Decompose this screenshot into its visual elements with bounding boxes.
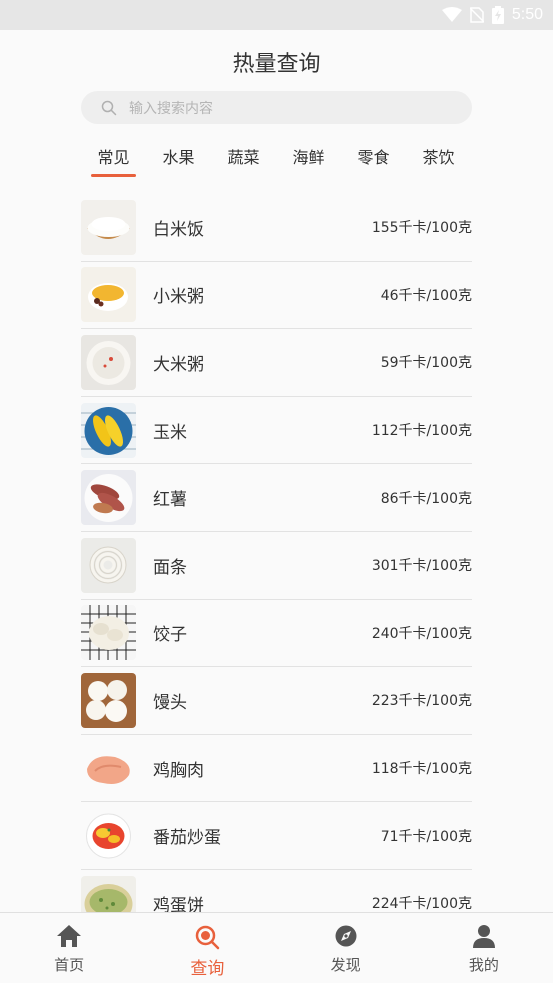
rice-bowl-image	[81, 199, 136, 255]
home-icon	[57, 925, 82, 947]
tab-tea-drinks[interactable]: 茶饮	[406, 147, 471, 179]
status-bar: 5:50	[0, 0, 553, 30]
nav-home[interactable]: 首页	[0, 913, 138, 983]
food-row-rice[interactable]: 白米饭 155千卡/100克	[81, 194, 472, 262]
millet-porridge-image	[81, 267, 136, 323]
food-name: 红薯	[153, 490, 187, 511]
food-calories: 301千卡/100克	[371, 558, 472, 575]
food-row-corn[interactable]: 玉米 112千卡/100克	[81, 397, 472, 465]
food-calories: 112千卡/100克	[371, 423, 472, 440]
tomato-egg-image	[81, 808, 136, 864]
food-calories: 86千卡/100克	[380, 490, 472, 507]
food-name: 白米饭	[153, 219, 204, 240]
food-name: 馒头	[153, 692, 187, 713]
food-calories: 223千卡/100克	[371, 693, 472, 710]
dumplings-image	[81, 605, 136, 661]
food-row-sweet-potato[interactable]: 红薯 86千卡/100克	[81, 464, 472, 532]
nav-home-label: 首页	[54, 956, 85, 974]
food-row-dumplings[interactable]: 饺子 240千卡/100克	[81, 600, 472, 668]
corn-image	[81, 402, 136, 458]
food-calories: 71千卡/100克	[380, 828, 472, 845]
food-name: 大米粥	[153, 354, 204, 375]
food-calories: 46千卡/100克	[380, 287, 472, 304]
food-calories: 240千卡/100克	[371, 625, 472, 642]
nav-discover-label: 发现	[330, 956, 361, 974]
food-row-egg-pancake[interactable]: 鸡蛋饼 224千卡/100克	[81, 870, 472, 912]
food-row-steamed-bun[interactable]: 馒头 223千卡/100克	[81, 667, 472, 735]
food-calories: 59千卡/100克	[380, 355, 472, 372]
wifi-icon	[441, 7, 462, 22]
food-row-millet-porridge[interactable]: 小米粥 46千卡/100克	[81, 262, 472, 330]
search-placeholder: 输入搜索内容	[129, 100, 213, 117]
food-row-rice-porridge[interactable]: 大米粥 59千卡/100克	[81, 329, 472, 397]
search-input[interactable]: 输入搜索内容	[81, 91, 472, 124]
bottom-nav: 首页 查询 发现 我的	[0, 912, 553, 983]
food-name: 饺子	[153, 625, 187, 646]
food-list: 白米饭 155千卡/100克 小米粥 46千卡/100克 大米粥 59千卡/10…	[81, 194, 472, 912]
nav-profile-label: 我的	[468, 956, 499, 974]
status-time: 5:50	[511, 6, 543, 23]
steamed-bun-image	[81, 672, 136, 728]
calorie-query-page: 热量查询 输入搜索内容 常见 水果 蔬菜 海鲜 零食 茶饮 白米饭 155千卡/…	[0, 30, 553, 912]
food-calories: 155千卡/100克	[371, 220, 472, 237]
search-icon	[101, 100, 117, 115]
chicken-breast-image	[81, 740, 136, 796]
noodles-image	[81, 537, 136, 593]
food-row-noodles[interactable]: 面条 301千卡/100克	[81, 532, 472, 600]
food-calories: 224千卡/100克	[371, 896, 472, 912]
food-name: 鸡胸肉	[153, 760, 204, 781]
page-title: 热量查询	[232, 52, 321, 77]
nav-profile[interactable]: 我的	[415, 913, 553, 983]
profile-icon	[472, 925, 495, 948]
nav-discover[interactable]: 发现	[277, 913, 415, 983]
battery-charging-icon	[491, 6, 504, 24]
tab-common[interactable]: 常见	[81, 147, 146, 179]
tab-snacks[interactable]: 零食	[341, 147, 406, 179]
search-icon	[196, 925, 220, 950]
food-name: 面条	[153, 557, 187, 578]
rice-porridge-image	[81, 334, 136, 390]
tab-seafood[interactable]: 海鲜	[276, 147, 341, 179]
food-row-tomato-egg[interactable]: 番茄炒蛋 71千卡/100克	[81, 802, 472, 870]
egg-pancake-image	[81, 875, 136, 912]
food-name: 小米粥	[153, 287, 204, 308]
food-name: 鸡蛋饼	[153, 895, 204, 912]
nav-query[interactable]: 查询	[138, 913, 276, 983]
tab-vegetables[interactable]: 蔬菜	[211, 147, 276, 179]
nav-query-label: 查询	[190, 959, 225, 979]
no-sim-icon	[469, 7, 484, 23]
discover-icon	[335, 925, 357, 947]
status-icons: 5:50	[441, 4, 543, 26]
tab-fruit[interactable]: 水果	[146, 147, 211, 179]
food-name: 番茄炒蛋	[153, 828, 221, 849]
food-calories: 118千卡/100克	[371, 761, 472, 778]
sweet-potato-image	[81, 470, 136, 526]
category-tabs: 常见 水果 蔬菜 海鲜 零食 茶饮	[81, 147, 472, 179]
food-row-chicken-breast[interactable]: 鸡胸肉 118千卡/100克	[81, 735, 472, 803]
food-name: 玉米	[153, 422, 187, 443]
